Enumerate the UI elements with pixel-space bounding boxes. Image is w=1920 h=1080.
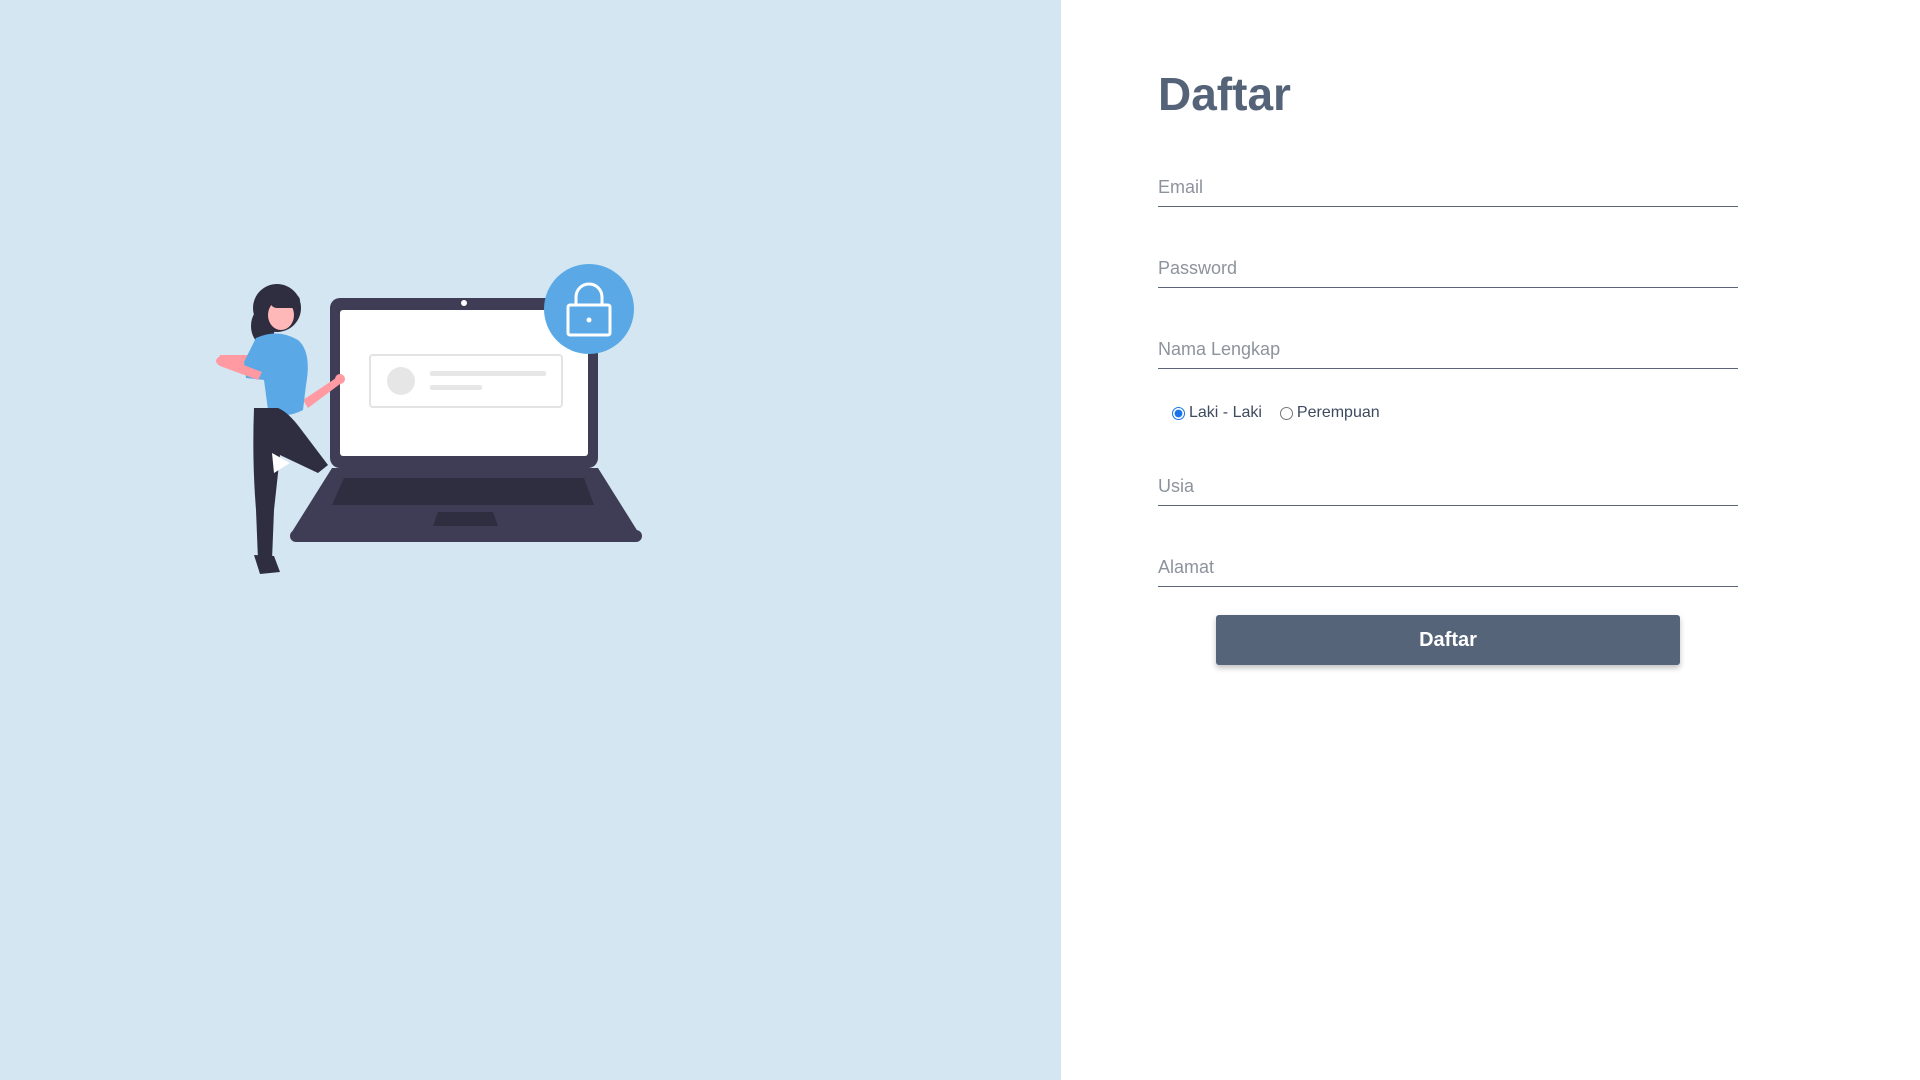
password-field-container <box>1158 237 1738 288</box>
register-button[interactable]: Daftar <box>1216 615 1680 665</box>
gender-radio-group: Laki - Laki Perempuan <box>1158 393 1738 433</box>
gender-radio-male[interactable] <box>1172 406 1185 420</box>
page-title: Daftar <box>1158 68 1291 120</box>
password-field[interactable] <box>1158 258 1738 279</box>
gender-radio-female[interactable] <box>1279 406 1293 420</box>
age-field[interactable] <box>1158 476 1738 497</box>
registration-panel: Daftar Laki - Laki Perempuan <box>1061 0 1920 1080</box>
age-field-container <box>1158 455 1738 506</box>
email-field[interactable] <box>1158 177 1738 198</box>
illustration-panel <box>0 0 1061 1080</box>
address-field-container <box>1158 536 1738 587</box>
gender-option-male[interactable]: Laki - Laki <box>1172 404 1262 422</box>
gender-option-male-label: Laki - Laki <box>1189 404 1262 421</box>
registration-form: Daftar Laki - Laki Perempuan <box>1158 62 1738 665</box>
person-laptop-lock-illustration <box>216 264 642 574</box>
full-name-field-container <box>1158 318 1738 369</box>
page: Daftar Laki - Laki Perempuan <box>0 0 1920 1080</box>
address-field[interactable] <box>1158 557 1738 578</box>
email-field-container <box>1158 156 1738 207</box>
gender-option-female[interactable]: Perempuan <box>1279 404 1380 422</box>
gender-option-female-label: Perempuan <box>1296 404 1380 421</box>
full-name-field[interactable] <box>1158 339 1738 360</box>
